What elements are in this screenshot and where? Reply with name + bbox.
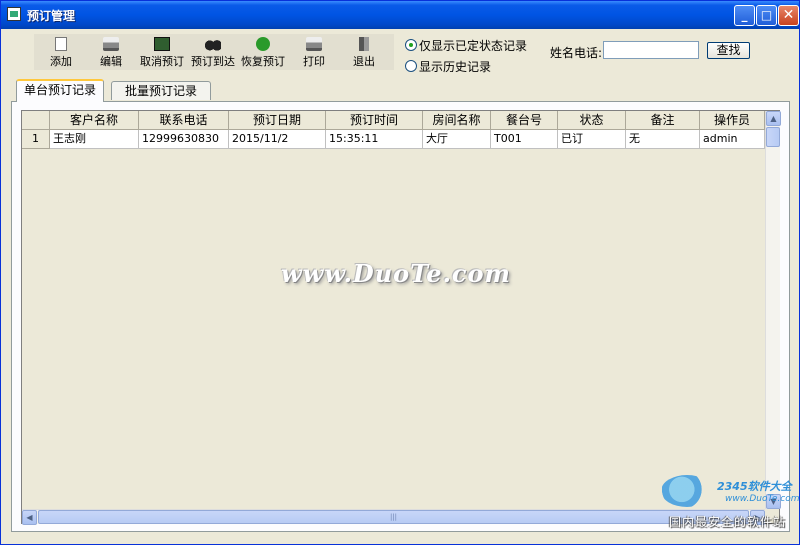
watermark-brand: 2345软件大全: [717, 480, 792, 493]
app-icon: [7, 7, 21, 21]
binoculars-icon: [205, 37, 221, 51]
reservation-table: 客户名称 联系电话 预订日期 预订时间 房间名称 餐台号 状态 备注 操作员 1…: [21, 110, 781, 525]
cancel-reservation-label: 取消预订: [140, 55, 184, 68]
radio-show-current[interactable]: 仅显示已定状态记录: [405, 37, 527, 54]
printer-icon: [306, 37, 322, 51]
vertical-scrollbar[interactable]: ▲ ▼: [765, 111, 781, 509]
reservation-window: 预订管理 _ □ ✕ 添加 编辑 取消预订 预订到达 恢复预订 打印 退出 仅显…: [0, 0, 800, 545]
table-cell-room[interactable]: 大厅: [423, 130, 491, 149]
tab-batch-reservation[interactable]: 批量预订记录: [111, 81, 211, 100]
table-cell-time[interactable]: 15:35:11: [326, 130, 423, 149]
add-button[interactable]: 添加: [43, 35, 79, 69]
table-cell-date[interactable]: 2015/11/2: [229, 130, 326, 149]
table-cell-remark[interactable]: 无: [626, 130, 700, 149]
radio-unchecked-icon: [405, 60, 417, 72]
minimize-button[interactable]: _: [734, 5, 755, 26]
reservation-arrived-label: 预订到达: [191, 55, 235, 68]
table-cell-phone[interactable]: 12999630830: [139, 130, 229, 149]
exit-door-icon: [359, 37, 369, 51]
col-header-status[interactable]: 状态: [558, 111, 626, 130]
col-header-phone[interactable]: 联系电话: [139, 111, 229, 130]
name-phone-search-input[interactable]: [603, 41, 699, 59]
film-icon: [154, 37, 170, 51]
col-header-time[interactable]: 预订时间: [326, 111, 423, 130]
reservation-arrived-button[interactable]: 预订到达: [188, 35, 238, 69]
window-title: 预订管理: [27, 9, 76, 23]
search-label: 姓名电话:: [550, 46, 603, 60]
print-button[interactable]: 打印: [296, 35, 332, 69]
radio-show-current-label: 仅显示已定状态记录: [419, 39, 528, 53]
col-header-table-no[interactable]: 餐台号: [491, 111, 558, 130]
table-cell-status[interactable]: 已订: [558, 130, 626, 149]
close-button[interactable]: ✕: [778, 5, 799, 26]
maximize-button[interactable]: □: [756, 5, 777, 26]
table-cell-operator[interactable]: admin: [700, 130, 765, 149]
add-label: 添加: [50, 55, 72, 68]
green-arrow-icon: [256, 37, 270, 51]
watermark-slogan: 国内最安全的软件站: [669, 515, 787, 529]
row-number[interactable]: 1: [22, 130, 50, 149]
col-header-remark[interactable]: 备注: [626, 111, 700, 130]
edit-button[interactable]: 编辑: [93, 35, 129, 69]
tab-single-reservation[interactable]: 单台预订记录: [16, 79, 104, 102]
find-button[interactable]: 查找: [707, 42, 750, 59]
title-bar[interactable]: 预订管理 _ □ ✕: [1, 1, 799, 29]
scroll-up-icon[interactable]: ▲: [766, 111, 781, 126]
radio-checked-icon: [405, 39, 417, 51]
col-header-customer[interactable]: 客户名称: [50, 111, 139, 130]
watermark-logo-icon: [661, 475, 713, 507]
radio-show-history-label: 显示历史记录: [419, 60, 492, 74]
cancel-reservation-button[interactable]: 取消预订: [137, 35, 187, 69]
watermark-url: www.DuoTe.com: [725, 494, 800, 504]
edit-label: 编辑: [100, 55, 122, 68]
col-header-room[interactable]: 房间名称: [423, 111, 491, 130]
restore-reservation-label: 恢复预订: [241, 55, 285, 68]
exit-button[interactable]: 退出: [346, 35, 382, 69]
corner-header: [22, 111, 50, 130]
radio-show-history[interactable]: 显示历史记录: [405, 58, 491, 75]
print-label: 打印: [303, 55, 325, 68]
document-icon: [55, 37, 67, 51]
exit-label: 退出: [353, 55, 375, 68]
horizontal-scroll-thumb[interactable]: |||: [38, 510, 749, 524]
horizontal-scrollbar[interactable]: ◀ ||| ▶: [22, 509, 765, 525]
vertical-scroll-thumb[interactable]: [766, 127, 780, 147]
table-cell-table-no[interactable]: T001: [491, 130, 558, 149]
table-cell-customer[interactable]: 王志刚: [50, 130, 139, 149]
col-header-operator[interactable]: 操作员: [700, 111, 765, 130]
scroll-left-icon[interactable]: ◀: [22, 510, 37, 525]
col-header-date[interactable]: 预订日期: [229, 111, 326, 130]
printer-icon: [103, 37, 119, 51]
watermark-text: www.DuoTe.com: [281, 259, 511, 288]
restore-reservation-button[interactable]: 恢复预订: [238, 35, 288, 69]
